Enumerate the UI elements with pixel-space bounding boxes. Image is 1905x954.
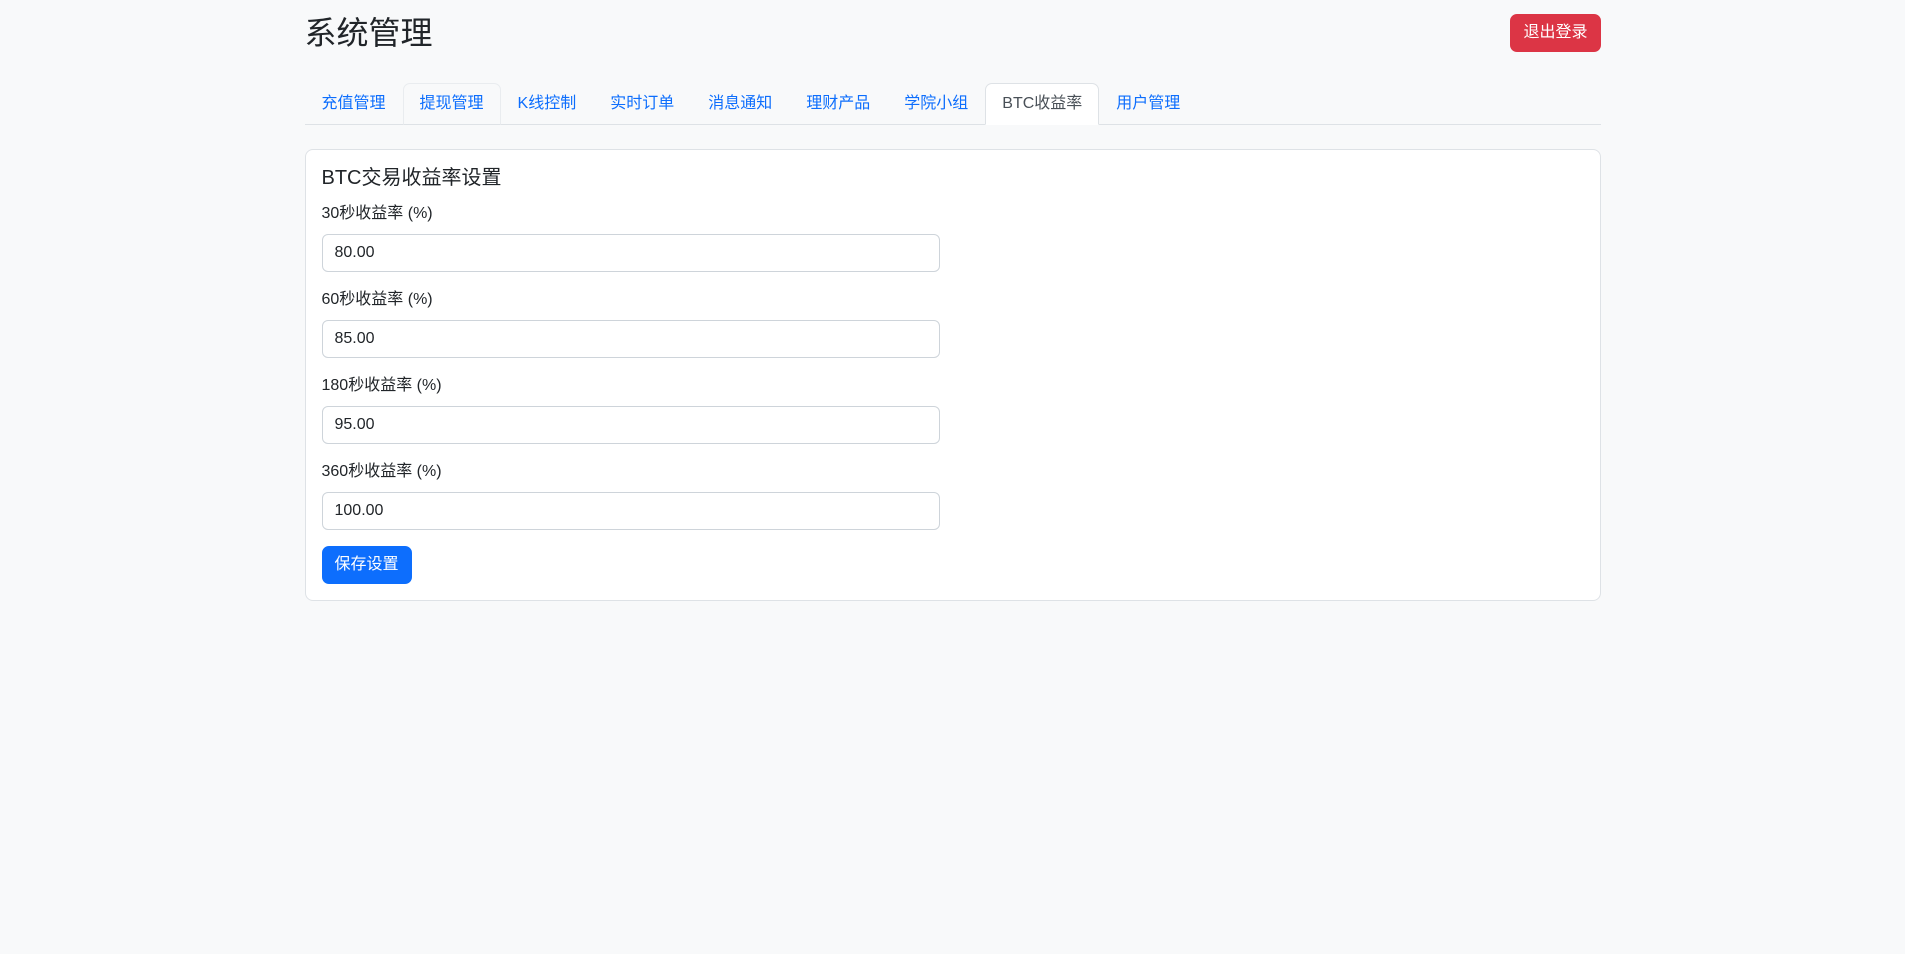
yield-180s-group: 180秒收益率 (%): [322, 374, 1584, 444]
yield-360s-input[interactable]: [322, 492, 940, 530]
yield-60s-input[interactable]: [322, 320, 940, 358]
yield-360s-group: 360秒收益率 (%): [322, 460, 1584, 530]
page-title: 系统管理: [305, 14, 433, 52]
card-title: BTC交易收益率设置: [322, 166, 1584, 190]
tab-bar: 充值管理 提现管理 K线控制 实时订单 消息通知 理财产品 学院小组 BTC收益…: [305, 83, 1601, 125]
tab-recharge-management[interactable]: 充值管理: [305, 83, 403, 125]
tab-withdraw-management[interactable]: 提现管理: [403, 83, 501, 125]
yield-30s-label: 30秒收益率 (%): [322, 202, 1584, 226]
tab-wealth-products[interactable]: 理财产品: [789, 83, 887, 125]
logout-button[interactable]: 退出登录: [1510, 14, 1600, 52]
tab-kline-control[interactable]: K线控制: [501, 83, 594, 125]
yield-180s-label: 180秒收益率 (%): [322, 374, 1584, 398]
page-header: 系统管理 退出登录: [305, 0, 1601, 52]
yield-360s-label: 360秒收益率 (%): [322, 460, 1584, 484]
tab-user-management[interactable]: 用户管理: [1099, 83, 1197, 125]
tab-realtime-orders[interactable]: 实时订单: [593, 83, 691, 125]
tab-academy-group[interactable]: 学院小组: [887, 83, 985, 125]
yield-60s-group: 60秒收益率 (%): [322, 288, 1584, 358]
page-container: 系统管理 退出登录 充值管理 提现管理 K线控制 实时订单 消息通知 理财产品 …: [293, 0, 1613, 601]
save-settings-button[interactable]: 保存设置: [322, 546, 412, 584]
yield-60s-label: 60秒收益率 (%): [322, 288, 1584, 312]
tab-message-notifications[interactable]: 消息通知: [691, 83, 789, 125]
tab-btc-yield-rate[interactable]: BTC收益率: [985, 83, 1099, 125]
yield-30s-input[interactable]: [322, 234, 940, 272]
btc-yield-settings-card: BTC交易收益率设置 30秒收益率 (%) 60秒收益率 (%) 180秒收益率…: [305, 149, 1601, 601]
yield-180s-input[interactable]: [322, 406, 940, 444]
yield-30s-group: 30秒收益率 (%): [322, 202, 1584, 272]
